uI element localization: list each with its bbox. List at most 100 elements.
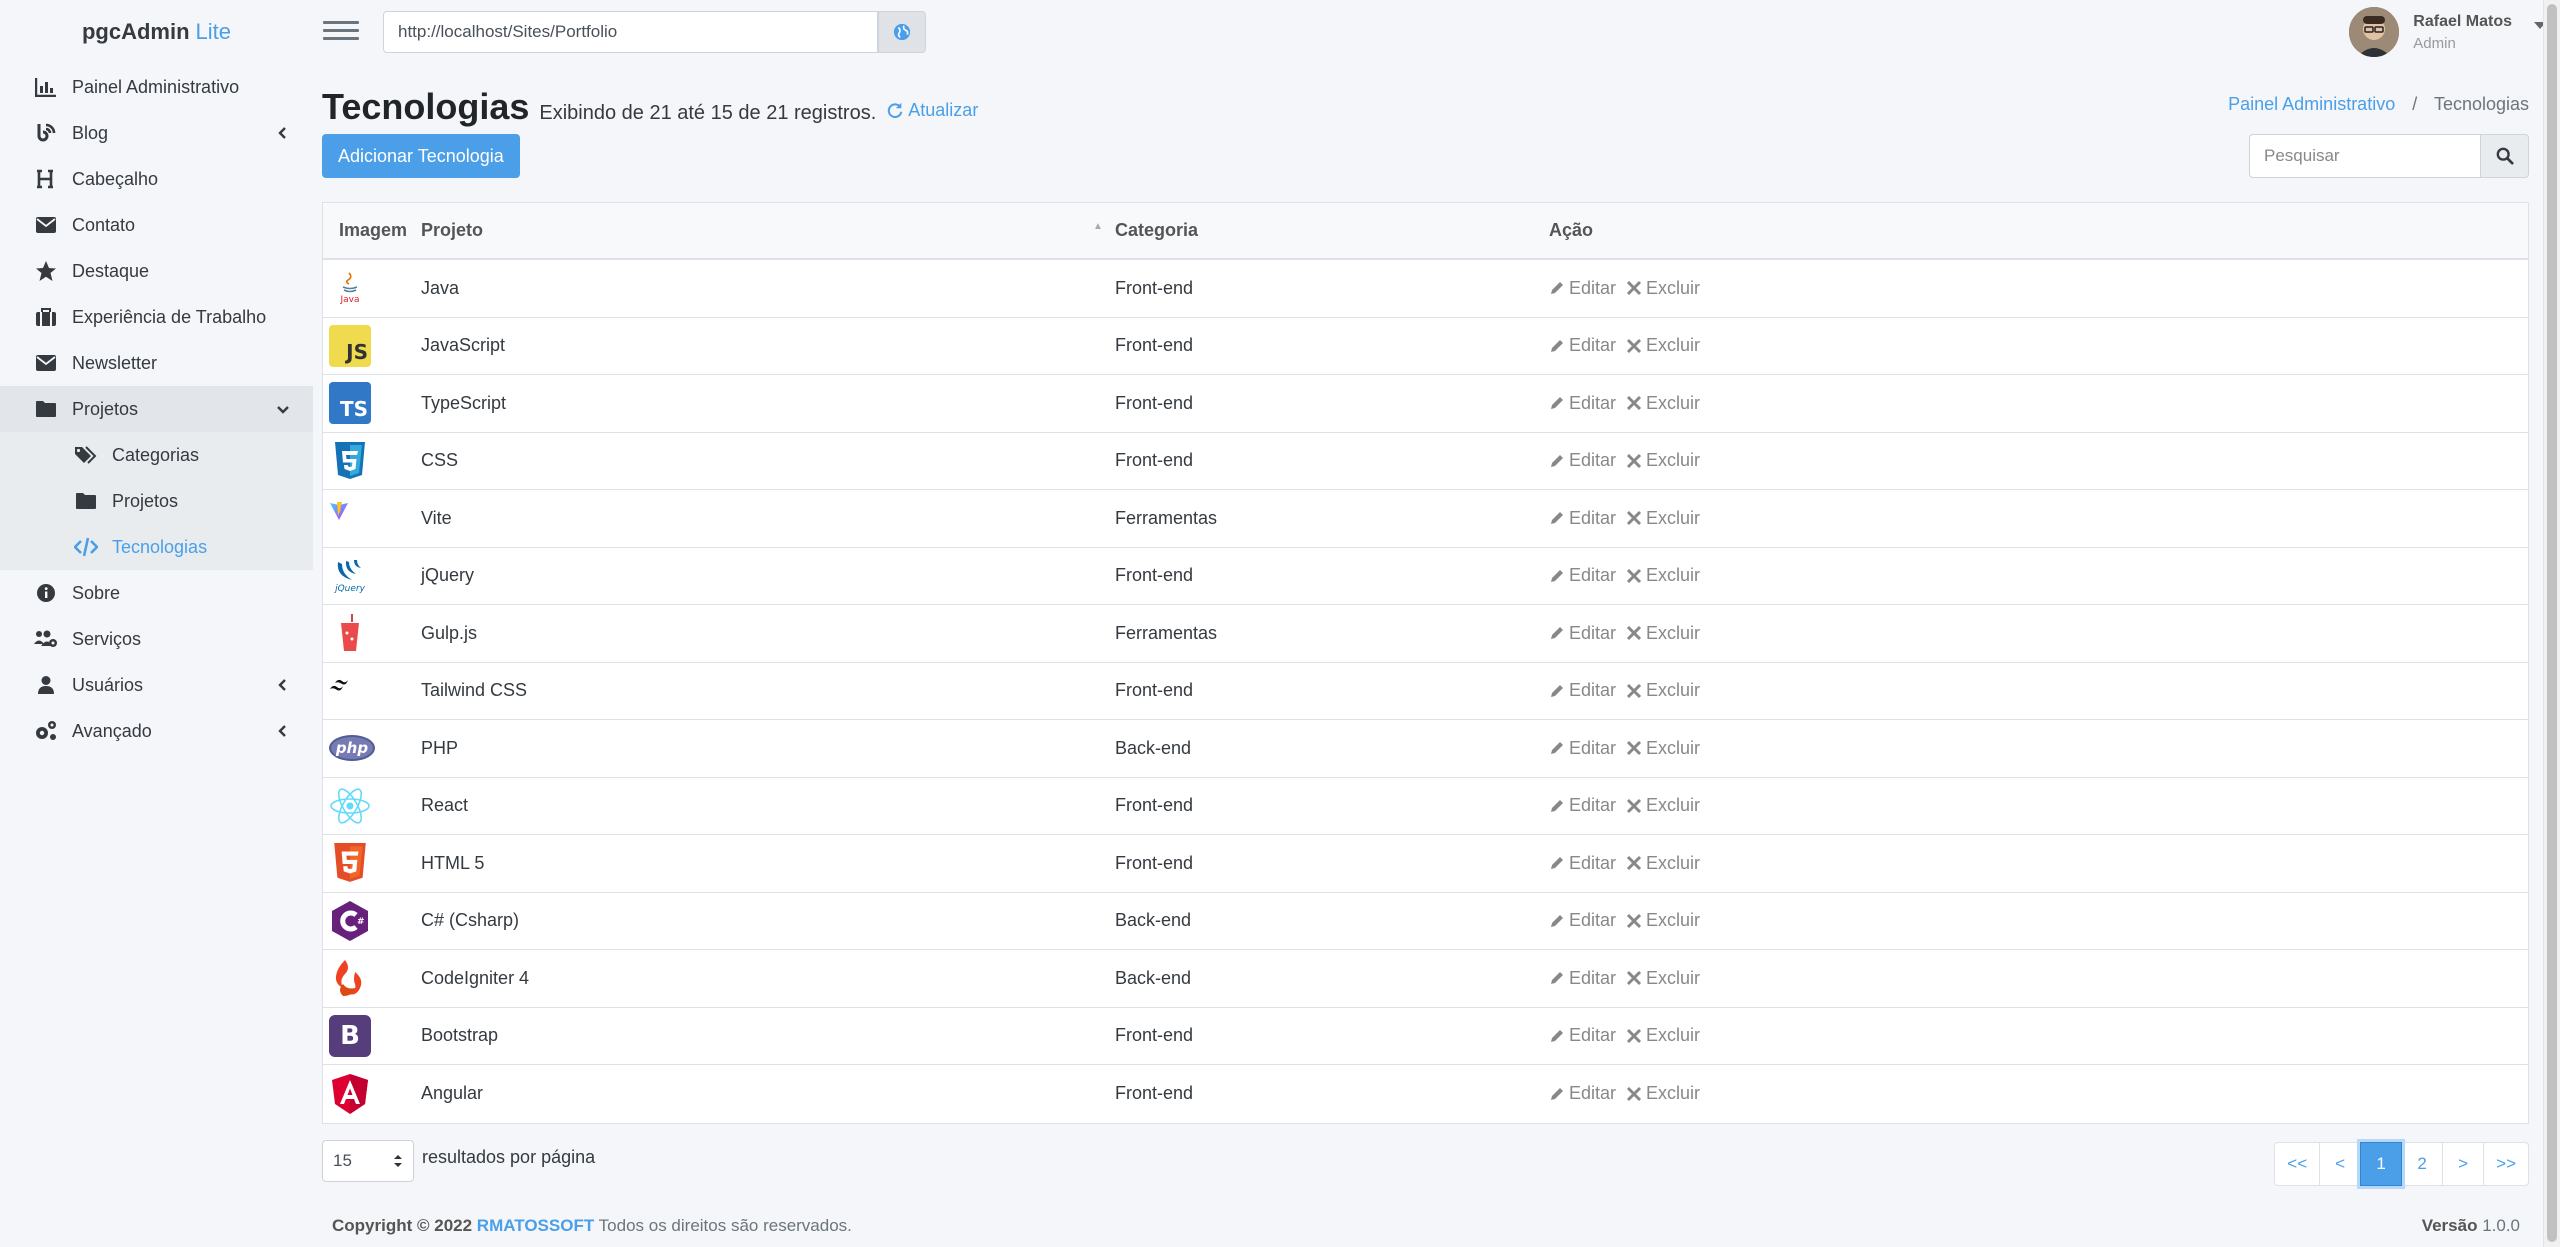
times-icon: [1626, 798, 1642, 813]
delete-button[interactable]: Excluir: [1626, 1083, 1700, 1104]
sidebar-item-destaque[interactable]: Destaque: [0, 248, 313, 294]
edit-button[interactable]: Editar: [1549, 910, 1616, 931]
pencil-icon: [1551, 799, 1563, 812]
cell-category: Ferramentas: [1115, 507, 1218, 528]
edit-button[interactable]: Editar: [1549, 508, 1616, 529]
sidebar-subitem-categorias[interactable]: Categorias: [0, 432, 313, 478]
url-input[interactable]: http://localhost/Sites/Portfolio: [383, 11, 878, 53]
edit-button[interactable]: Editar: [1549, 1083, 1616, 1104]
delete-button[interactable]: Excluir: [1626, 853, 1700, 874]
gulp-logo-icon: [323, 612, 421, 654]
css-logo-icon: [323, 440, 421, 482]
cell-project: Gulp.js: [421, 622, 478, 643]
prev-page-button[interactable]: <: [2319, 1142, 2362, 1186]
pencil-icon: [1551, 569, 1563, 582]
sidebar-item-label: Cabeçalho: [72, 168, 159, 189]
globe-button[interactable]: [878, 11, 926, 53]
per-page-select[interactable]: 15: [322, 1140, 414, 1182]
edit-button[interactable]: Editar: [1549, 450, 1616, 471]
svg-text:#: #: [357, 917, 365, 927]
brand-suffix: Lite: [195, 19, 232, 44]
first-page-button[interactable]: <<: [2274, 1142, 2321, 1186]
delete-button[interactable]: Excluir: [1626, 335, 1700, 356]
table-row: php PHP Back-end Editar Excluir: [323, 720, 2528, 778]
delete-button[interactable]: Excluir: [1626, 450, 1700, 471]
edit-button[interactable]: Editar: [1549, 853, 1616, 874]
page-scrollbar[interactable]: [2543, 0, 2560, 1247]
edit-button[interactable]: Editar: [1549, 565, 1616, 586]
sidebar-item-servicos[interactable]: Serviços: [0, 616, 313, 662]
add-technology-button[interactable]: Adicionar Tecnologia: [322, 134, 520, 178]
pencil-icon: [1551, 914, 1563, 927]
table-row: Gulp.js Ferramentas Editar Excluir: [323, 605, 2528, 663]
cell-project: CodeIgniter 4: [421, 967, 530, 988]
cell-project: C# (Csharp): [421, 910, 520, 931]
delete-button[interactable]: Excluir: [1626, 738, 1700, 759]
edit-button[interactable]: Editar: [1549, 968, 1616, 989]
refresh-icon: [888, 102, 903, 118]
sidebar-item-sobre[interactable]: Sobre: [0, 570, 313, 616]
edit-button[interactable]: Editar: [1549, 335, 1616, 356]
delete-button[interactable]: Excluir: [1626, 795, 1700, 816]
sidebar-item-usuarios[interactable]: Usuários: [0, 662, 313, 708]
delete-button[interactable]: Excluir: [1626, 910, 1700, 931]
page-2-button[interactable]: 2: [2401, 1142, 2444, 1186]
sidebar-subitem-projetos[interactable]: Projetos: [0, 478, 313, 524]
next-page-button[interactable]: >: [2442, 1142, 2485, 1186]
delete-button[interactable]: Excluir: [1626, 623, 1700, 644]
page-1-button[interactable]: 1: [2360, 1142, 2403, 1186]
sidebar-item-blog[interactable]: Blog: [0, 110, 313, 156]
company-link[interactable]: RMATOSSOFT: [477, 1216, 594, 1235]
tags-icon: [74, 443, 98, 467]
sidebar-item-contato[interactable]: Contato: [0, 202, 313, 248]
edit-button[interactable]: Editar: [1549, 1025, 1616, 1046]
envelope-icon: [34, 213, 58, 237]
last-page-button[interactable]: >>: [2483, 1142, 2529, 1186]
breadcrumb-home-link[interactable]: Painel Administrativo: [2228, 94, 2395, 114]
cell-category: Ferramentas: [1115, 622, 1218, 643]
breadcrumb-current: Tecnologias: [2433, 94, 2529, 114]
sidebar-subitem-tecnologias[interactable]: Tecnologias: [0, 524, 313, 570]
sidebar-item-cabecalho[interactable]: Cabeçalho: [0, 156, 313, 202]
edit-button[interactable]: Editar: [1549, 738, 1616, 759]
edit-button[interactable]: Editar: [1549, 623, 1616, 644]
menu-toggle-icon[interactable]: [323, 16, 359, 46]
sidebar-item-projetos[interactable]: Projetos: [0, 386, 313, 432]
envelope-icon: [34, 351, 58, 375]
col-header-category[interactable]: Categoria: [1115, 220, 1549, 241]
delete-button[interactable]: Excluir: [1626, 1025, 1700, 1046]
edit-button[interactable]: Editar: [1549, 680, 1616, 701]
sidebar-subitem-label: Projetos: [112, 490, 179, 511]
user-menu[interactable]: Rafael Matos Admin: [2349, 4, 2512, 60]
react-logo-icon: [323, 785, 421, 827]
sidebar-item-newsletter[interactable]: Newsletter: [0, 340, 313, 386]
delete-button[interactable]: Excluir: [1626, 968, 1700, 989]
cell-project: JavaScript: [421, 335, 506, 356]
delete-button[interactable]: Excluir: [1626, 565, 1700, 586]
delete-button[interactable]: Excluir: [1626, 508, 1700, 529]
edit-button[interactable]: Editar: [1549, 795, 1616, 816]
bootstrap-logo-icon: B: [323, 1014, 421, 1057]
html5-logo-icon: [323, 842, 421, 884]
cell-actions: Editar Excluir: [1549, 968, 2528, 989]
sidebar-item-avancado[interactable]: Avançado: [0, 708, 313, 754]
chart-bar-icon: [34, 75, 58, 99]
sidebar-item-painel-administrativo[interactable]: Painel Administrativo: [0, 64, 313, 110]
sidebar-item-experiencia-de-trabalho[interactable]: Experiência de Trabalho: [0, 294, 313, 340]
refresh-link[interactable]: Atualizar: [886, 100, 978, 121]
col-header-project[interactable]: Projeto: [421, 220, 1115, 241]
brand-logo[interactable]: pgcAdmin Lite: [0, 0, 313, 64]
cell-category: Front-end: [1115, 450, 1194, 471]
delete-button[interactable]: Excluir: [1626, 680, 1700, 701]
table-row: CSS Front-end Editar Excluir: [323, 433, 2528, 490]
search-input[interactable]: Pesquisar: [2249, 134, 2481, 178]
cell-project: Tailwind CSS: [421, 680, 528, 701]
delete-button[interactable]: Excluir: [1626, 393, 1700, 414]
cell-actions: Editar Excluir: [1549, 565, 2528, 586]
edit-button[interactable]: Editar: [1549, 278, 1616, 299]
delete-button[interactable]: Excluir: [1626, 278, 1700, 299]
edit-button[interactable]: Editar: [1549, 393, 1616, 414]
table-row: Java Java Front-end Editar Excluir: [323, 260, 2528, 318]
technologies-table: Imagem Projeto Categoria Ação ▲ Java Java…: [322, 202, 2529, 1124]
search-button[interactable]: [2481, 134, 2529, 178]
